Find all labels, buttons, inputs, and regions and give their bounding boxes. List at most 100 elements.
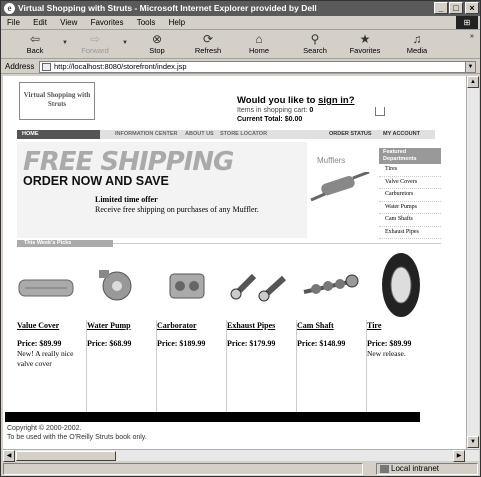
windows-logo-icon: ⊞ <box>456 16 478 29</box>
featured-heading: Featured Departments <box>379 148 441 164</box>
security-zone-panel: Local intranet <box>376 463 478 475</box>
browser-window: e Virtual Shopping with Struts - Microso… <box>0 0 481 477</box>
signin-link[interactable]: sign in? <box>318 95 354 106</box>
forward-dropdown-icon[interactable]: ▼ <box>122 40 128 46</box>
refresh-button[interactable]: ⟳ Refresh <box>184 32 232 55</box>
close-button[interactable]: × <box>465 2 479 14</box>
product-carborator: Carborator Price: $189.99 <box>157 320 227 412</box>
featured-departments: Featured Departments Tires Valve Covers … <box>379 148 441 239</box>
address-dropdown-icon[interactable]: ▼ <box>465 62 475 72</box>
address-bar: Address http://localhost:8080/storefront… <box>1 60 480 74</box>
product-name-link[interactable]: Cam Shaft <box>297 320 366 331</box>
cart-total-line: Current Total: $0.00 <box>237 116 303 123</box>
nav-order-status[interactable]: ORDER STATUS <box>329 130 372 139</box>
title-bar: e Virtual Shopping with Struts - Microso… <box>1 1 480 16</box>
product-price: Price: $89.99 <box>367 339 412 348</box>
offer-title: Limited time offer <box>95 195 158 204</box>
forward-button[interactable]: ⇨ Forward <box>71 32 119 55</box>
address-input[interactable]: http://localhost:8080/storefront/index.j… <box>39 61 476 73</box>
banner-headline: FREE SHIPPING <box>23 147 234 177</box>
product-name-link[interactable]: Tire <box>367 320 437 331</box>
shopping-cart-icon[interactable] <box>375 107 385 116</box>
footer-note: To be used with the O'Reilly Struts book… <box>7 434 147 441</box>
picks-divider <box>113 243 441 244</box>
menu-edit[interactable]: Edit <box>27 16 52 29</box>
tire-image[interactable] <box>379 250 423 320</box>
product-name-link[interactable]: Exhaust Pipes <box>227 320 296 331</box>
search-icon: ⚲ <box>310 32 320 46</box>
nav-information-center[interactable]: INFORMATION CENTER <box>115 130 178 139</box>
carburetor-image[interactable] <box>158 254 218 314</box>
product-tire: Tire Price: $89.99 New release. <box>367 320 437 412</box>
menu-help[interactable]: Help <box>163 16 190 29</box>
dept-valve-covers[interactable]: Valve Covers <box>379 177 441 189</box>
refresh-icon: ⟳ <box>202 32 214 46</box>
back-dropdown-icon[interactable]: ▼ <box>62 40 68 46</box>
nav-my-account[interactable]: MY ACCOUNT <box>383 130 420 139</box>
stop-icon: ⊗ <box>151 32 163 46</box>
cam-shaft-image[interactable] <box>300 254 362 314</box>
footer-bar <box>5 412 420 422</box>
dept-tires[interactable]: Tires <box>379 164 441 177</box>
dept-water-pumps[interactable]: Water Pumps <box>379 202 441 214</box>
scroll-up-icon[interactable]: ▲ <box>467 76 479 88</box>
media-icon: ♫ <box>412 32 422 46</box>
product-cam-shaft: Cam Shaft Price: $148.99 <box>297 320 367 412</box>
menu-view[interactable]: View <box>54 16 82 29</box>
menu-bar: File Edit View Favorites Tools Help ⊞ <box>1 16 480 30</box>
cart-count: 0 <box>309 107 314 114</box>
product-valve-cover: Value Cover Price: $89.99 New! A really … <box>17 320 87 412</box>
menu-favorites[interactable]: Favorites <box>85 16 129 29</box>
copyright: Copyright © 2000-2002. <box>7 425 82 432</box>
media-button[interactable]: ♫ Media <box>393 32 441 55</box>
toolbar-overflow-icon[interactable]: » <box>470 33 474 40</box>
favorites-icon: ★ <box>359 32 371 46</box>
horizontal-scroll-thumb[interactable] <box>16 451 116 461</box>
product-price: Price: $68.99 <box>87 339 132 348</box>
dept-cam-shafts[interactable]: Cam Shafts <box>379 214 441 227</box>
product-name-link[interactable]: Water Pump <box>87 320 156 331</box>
menu-tools[interactable]: Tools <box>131 16 161 29</box>
muffler-label: Mufflers <box>317 156 346 165</box>
status-text-panel <box>3 463 363 475</box>
scroll-right-icon[interactable]: ▶ <box>453 450 465 462</box>
zone-label: Local intranet <box>391 464 440 473</box>
product-description: New! A really nice valve cover <box>17 349 74 368</box>
nav-about-us[interactable]: ABOUT US <box>185 130 214 139</box>
maximize-button[interactable]: □ <box>449 2 463 14</box>
dept-exhaust-pipes[interactable]: Exhaust Pipes <box>379 227 441 239</box>
exhaust-pipes-image[interactable] <box>228 254 290 314</box>
search-button[interactable]: ⚲ Search <box>291 32 339 55</box>
water-pump-image[interactable] <box>87 254 147 314</box>
toolbar: ⇦ Back ▼ ⇨ Forward ▼ ⊗ Stop ⟳ Refresh ⌂ Home … <box>1 31 480 59</box>
offer-text: Receive free shipping on purchases of an… <box>95 205 259 214</box>
product-water-pump: Water Pump Price: $68.99 <box>87 320 157 412</box>
cart-count-line: Items in shopping cart: 0 <box>237 107 314 114</box>
store-logo[interactable]: Virtual Shopping with Struts <box>19 82 95 120</box>
window-title: Virtual Shopping with Struts - Microsoft… <box>18 3 317 13</box>
back-button[interactable]: ⇦ Back <box>11 32 59 55</box>
back-arrow-icon: ⇦ <box>29 32 41 46</box>
horizontal-scrollbar[interactable]: ◀ ▶ <box>3 449 479 462</box>
nav-home[interactable]: HOME <box>17 130 100 139</box>
menu-file[interactable]: File <box>1 16 25 29</box>
muffler-promo[interactable]: Mufflers <box>307 142 379 238</box>
stop-button[interactable]: ⊗ Stop <box>133 32 181 55</box>
product-price: Price: $148.99 <box>297 339 346 348</box>
vertical-scrollbar[interactable]: ▲ ▼ <box>466 76 479 449</box>
product-description: New release. <box>367 349 406 358</box>
product-name-link[interactable]: Value Cover <box>17 320 86 331</box>
valve-cover-image[interactable] <box>17 254 77 314</box>
minimize-button[interactable]: _ <box>434 2 448 14</box>
scroll-left-icon[interactable]: ◀ <box>3 450 15 462</box>
status-bar: Local intranet <box>1 462 480 476</box>
page-viewport: Virtual Shopping with Struts Would you l… <box>3 76 466 449</box>
scroll-down-icon[interactable]: ▼ <box>467 436 479 448</box>
product-name-link[interactable]: Carborator <box>157 320 226 331</box>
promo-banner[interactable]: FREE SHIPPING ORDER NOW AND SAVE Limited… <box>17 142 307 238</box>
dept-carburetors[interactable]: Carburetors <box>379 189 441 202</box>
home-button[interactable]: ⌂ Home <box>235 32 283 55</box>
cart-total: $0.00 <box>284 116 303 123</box>
nav-store-locator[interactable]: STORE LOCATOR <box>220 130 267 139</box>
favorites-button[interactable]: ★ Favorites <box>341 32 389 55</box>
